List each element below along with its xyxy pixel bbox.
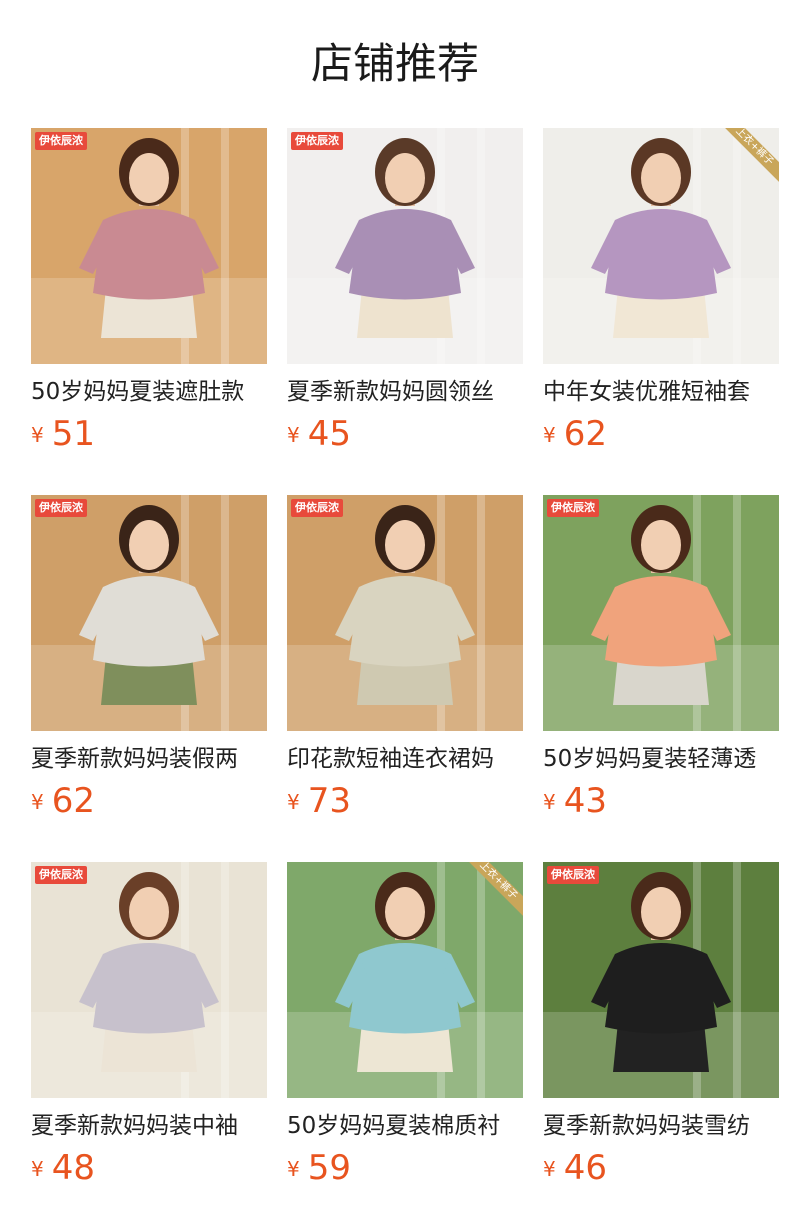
brand-badge: 伊依辰浓 bbox=[35, 132, 87, 150]
price-amount: 62 bbox=[563, 414, 607, 454]
product-price: ¥46 bbox=[543, 1148, 607, 1192]
product-title[interactable]: 夏季新款妈妈圆领丝 bbox=[287, 376, 523, 408]
product-title[interactable]: 中年女装优雅短袖套 bbox=[543, 376, 779, 408]
price-amount: 46 bbox=[563, 1148, 607, 1188]
corner-ribbon-label: 上衣+裤子 bbox=[463, 862, 523, 918]
brand-badge: 伊依辰浓 bbox=[35, 866, 87, 884]
product-image[interactable] bbox=[31, 862, 267, 1098]
currency-symbol: ¥ bbox=[31, 790, 44, 814]
product-title[interactable]: 夏季新款妈妈装雪纺 bbox=[543, 1110, 779, 1142]
product-card[interactable]: 伊依辰浓夏季新款妈妈圆领丝 ¥45 bbox=[287, 128, 523, 468]
product-card[interactable]: 伊依辰浓夏季新款妈妈装雪纺 ¥46 bbox=[543, 862, 779, 1202]
product-card[interactable]: 伊依辰浓 50岁妈妈夏装轻薄透 ¥43 bbox=[543, 495, 779, 835]
currency-symbol: ¥ bbox=[543, 423, 556, 447]
product-card[interactable]: 伊依辰浓夏季新款妈妈装中袖 ¥48 bbox=[31, 862, 267, 1202]
brand-badge: 伊依辰浓 bbox=[35, 499, 87, 517]
product-title[interactable]: 50岁妈妈夏装遮肚款 bbox=[31, 376, 267, 408]
currency-symbol: ¥ bbox=[287, 423, 300, 447]
corner-ribbon-label: 上衣+裤子 bbox=[719, 128, 779, 184]
brand-badge: 伊依辰浓 bbox=[291, 132, 343, 150]
currency-symbol: ¥ bbox=[31, 1157, 44, 1181]
product-title[interactable]: 50岁妈妈夏装轻薄透 bbox=[543, 743, 779, 775]
price-amount: 48 bbox=[51, 1148, 95, 1188]
product-image[interactable] bbox=[31, 128, 267, 364]
product-title[interactable]: 50岁妈妈夏装棉质衬 bbox=[287, 1110, 523, 1142]
product-price: ¥59 bbox=[287, 1148, 351, 1192]
product-price: ¥48 bbox=[31, 1148, 95, 1192]
product-card[interactable]: 伊依辰浓印花款短袖连衣裙妈 ¥73 bbox=[287, 495, 523, 835]
page-title: 店铺推荐 bbox=[310, 39, 479, 88]
product-title[interactable]: 印花款短袖连衣裙妈 bbox=[287, 743, 523, 775]
currency-symbol: ¥ bbox=[287, 1157, 300, 1181]
price-amount: 73 bbox=[307, 781, 351, 821]
product-card[interactable]: 上衣+裤子 50岁妈妈夏装棉质衬 ¥59 bbox=[287, 862, 523, 1202]
currency-symbol: ¥ bbox=[287, 790, 300, 814]
price-amount: 45 bbox=[307, 414, 351, 454]
currency-symbol: ¥ bbox=[543, 790, 556, 814]
product-card[interactable]: 上衣+裤子中年女装优雅短袖套 ¥62 bbox=[543, 128, 779, 468]
currency-symbol: ¥ bbox=[543, 1157, 556, 1181]
price-amount: 62 bbox=[51, 781, 95, 821]
product-image[interactable] bbox=[31, 495, 267, 731]
price-amount: 51 bbox=[51, 414, 95, 454]
product-price: ¥62 bbox=[31, 781, 95, 825]
product-card[interactable]: 伊依辰浓 50岁妈妈夏装遮肚款 ¥51 bbox=[31, 128, 267, 468]
price-amount: 43 bbox=[563, 781, 607, 821]
product-image[interactable] bbox=[287, 128, 523, 364]
product-image[interactable] bbox=[287, 495, 523, 731]
product-image[interactable] bbox=[543, 495, 779, 731]
product-price: ¥43 bbox=[543, 781, 607, 825]
corner-ribbon: 上衣+裤子 bbox=[719, 128, 779, 188]
product-price: ¥51 bbox=[31, 414, 95, 458]
product-card[interactable]: 伊依辰浓夏季新款妈妈装假两 ¥62 bbox=[31, 495, 267, 835]
price-amount: 59 bbox=[307, 1148, 351, 1188]
product-title[interactable]: 夏季新款妈妈装中袖 bbox=[31, 1110, 267, 1142]
product-image[interactable] bbox=[543, 862, 779, 1098]
product-title[interactable]: 夏季新款妈妈装假两 bbox=[31, 743, 267, 775]
product-price: ¥62 bbox=[543, 414, 607, 458]
brand-badge: 伊依辰浓 bbox=[547, 866, 599, 884]
product-price: ¥73 bbox=[287, 781, 351, 825]
product-price: ¥45 bbox=[287, 414, 351, 458]
brand-badge: 伊依辰浓 bbox=[547, 499, 599, 517]
brand-badge: 伊依辰浓 bbox=[291, 499, 343, 517]
currency-symbol: ¥ bbox=[31, 423, 44, 447]
corner-ribbon: 上衣+裤子 bbox=[463, 862, 523, 922]
